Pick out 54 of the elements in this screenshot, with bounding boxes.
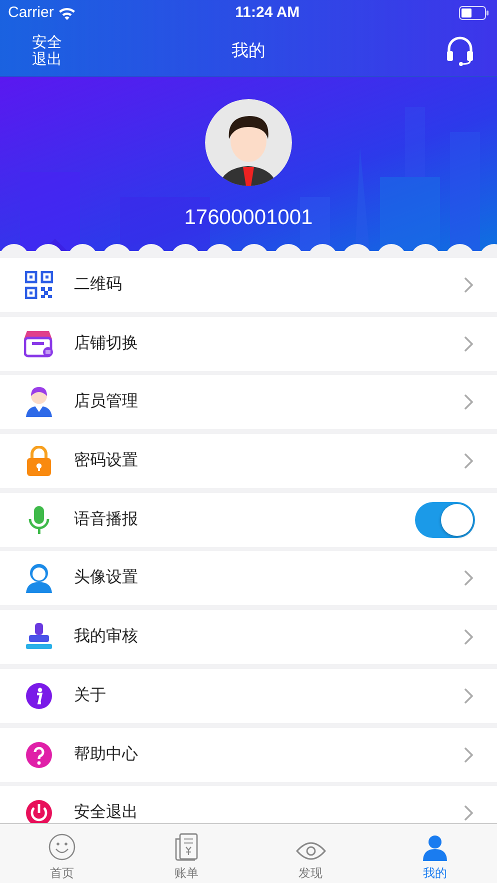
menu-label: 安全退出 [74, 802, 139, 823]
menu-item[interactable]: 头像设置 [0, 551, 497, 606]
headset-icon[interactable] [445, 36, 475, 66]
qr-code-icon [25, 271, 53, 299]
help-icon [25, 740, 53, 768]
eye-icon [296, 841, 326, 861]
menu-item[interactable]: 店铺切换 [0, 316, 497, 371]
receipt-icon [174, 833, 198, 861]
logout-button[interactable]: 安全退出 [32, 34, 63, 68]
info-icon [25, 682, 53, 710]
menu-label: 我的审核 [74, 626, 139, 648]
menu-item[interactable]: 帮助中心 [0, 728, 497, 782]
chevron-icon [464, 336, 473, 352]
chevron-icon [464, 277, 473, 293]
chevron-icon [464, 453, 473, 470]
battery-icon [458, 6, 489, 20]
toggle-switch[interactable] [415, 502, 475, 538]
page-title: 我的 [232, 40, 266, 62]
lock-icon [26, 446, 52, 476]
tab-item[interactable]: 首页 [0, 824, 124, 883]
tab-item[interactable]: 账单 [124, 824, 248, 883]
shop-icon [24, 330, 54, 358]
menu-item[interactable]: 安全退出 [0, 786, 497, 823]
user-icon [25, 563, 53, 594]
menu-item[interactable]: 密码设置 [0, 434, 497, 488]
menu-label: 密码设置 [74, 450, 139, 472]
chevron-icon [464, 746, 473, 762]
menu-label: 帮助中心 [74, 744, 139, 764]
tab-item[interactable]: 发现 [248, 824, 373, 883]
wifi-icon [58, 6, 76, 20]
smiley-icon [48, 833, 76, 861]
menu-item[interactable]: 关于 [0, 668, 497, 723]
user-icon [422, 835, 447, 861]
menu-item[interactable]: 我的审核 [0, 610, 497, 664]
microphone-icon [27, 504, 51, 535]
chevron-icon [464, 688, 473, 704]
menu-item[interactable]: 语音播报 [0, 492, 497, 547]
chevron-icon [464, 570, 473, 586]
menu-label: 店铺切换 [74, 334, 139, 354]
chevron-icon [464, 629, 473, 646]
status-time: 11:24 AM [235, 2, 300, 23]
tab-item[interactable]: 我的 [372, 824, 497, 883]
staff-icon [25, 387, 53, 418]
phone-number: 17600001001 [183, 205, 314, 231]
menu-item[interactable]: 二维码 [0, 258, 497, 312]
menu-label: 二维码 [74, 274, 123, 295]
carrier-label: Carrier [8, 2, 54, 23]
menu-label: 店员管理 [74, 392, 139, 412]
menu-label: 关于 [74, 686, 107, 706]
chevron-icon [464, 805, 473, 822]
menu-item[interactable]: 店员管理 [0, 375, 497, 430]
menu-label: 语音播报 [74, 510, 139, 530]
menu-label: 头像设置 [74, 568, 139, 588]
chevron-icon [464, 394, 473, 410]
